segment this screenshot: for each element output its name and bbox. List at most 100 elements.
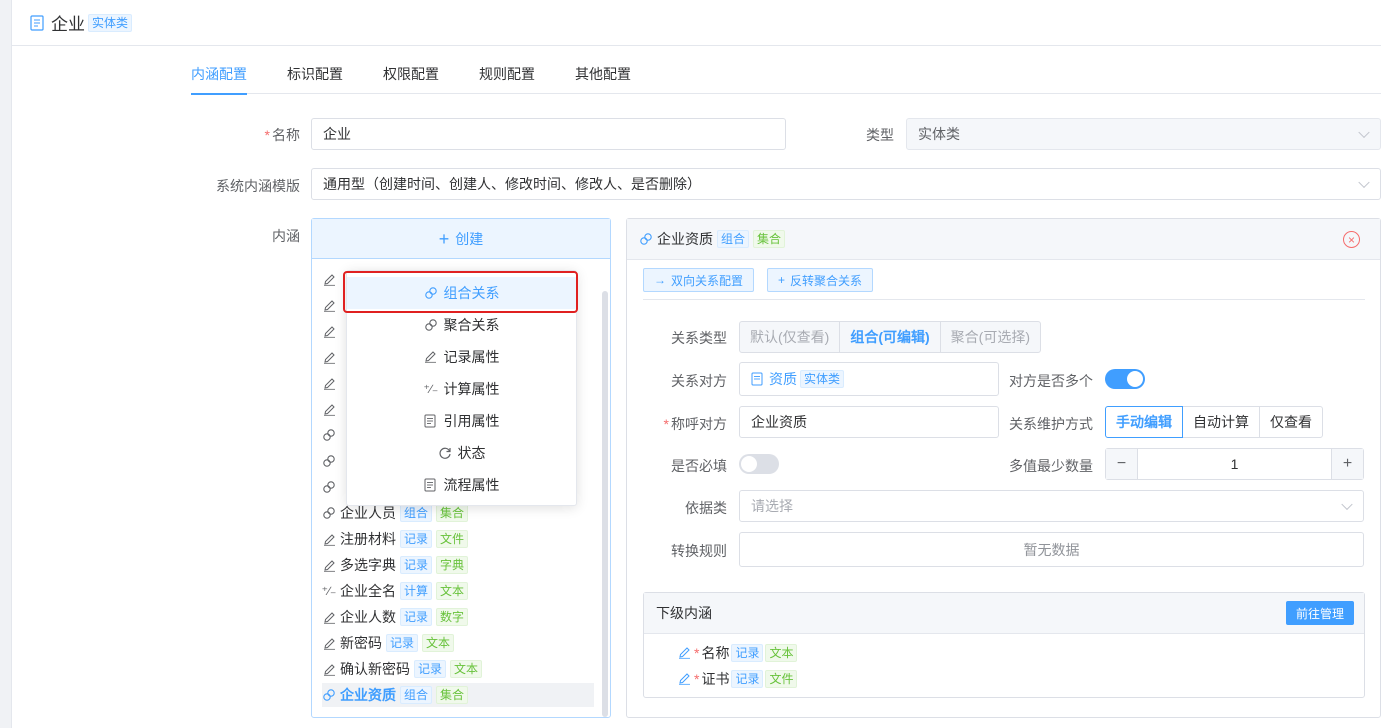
plus-button[interactable]: + [1331,449,1363,479]
tab-identification[interactable]: 标识配置 [287,58,343,94]
template-label: 系统内涵模版 [216,178,300,194]
link-icon [322,454,336,468]
menu-item-calc-attr[interactable]: ⁺∕₋ 计算属性 [347,373,576,405]
menu-item-flow-attr[interactable]: 流程属性 [347,469,576,501]
go-manage-button[interactable]: 前往管理 [1285,601,1354,625]
list-item[interactable] [322,423,340,447]
menu-item-aggregation[interactable]: 聚合关系 [347,309,576,341]
create-dropdown-menu: 组合关系 聚合关系 记录属性 ⁺∕₋ 计算属性 引用属性 状态 流程属性 [346,270,577,506]
required-toggle[interactable] [739,454,779,474]
tab-connotation[interactable]: 内涵配置 [191,58,247,95]
basis-select[interactable]: 请选择 [739,490,1364,522]
menu-item-record-attr[interactable]: 记录属性 [347,341,576,373]
type-label: 类型 [866,127,894,143]
list-item[interactable] [322,267,340,291]
tab-other[interactable]: 其他配置 [575,58,631,94]
list-item[interactable]: 新密码 记录 文本 [322,631,455,655]
config-tabs: 内涵配置 标识配置 权限配置 规则配置 其他配置 [191,58,1381,95]
list-item[interactable]: ⁺∕₋ 企业全名 计算 文本 [322,579,469,603]
convert-rules-empty: 暂无数据 [739,532,1364,567]
relation-type-default[interactable]: 默认(仅查看) [739,321,841,353]
divider [643,299,1365,300]
arrow-right-icon: → [654,273,666,287]
required-label: 是否必填 [671,458,727,474]
detail-tag-type: 组合 [717,230,750,248]
pencil-icon [322,272,336,286]
pencil-icon [322,402,336,416]
pencil-icon [322,298,336,312]
relation-type-aggregation[interactable]: 聚合(可选择) [939,321,1041,353]
counterpart-field[interactable]: 资质 实体类 [739,362,999,396]
tab-permission[interactable]: 权限配置 [383,58,439,94]
calc-icon: ⁺∕₋ [423,382,439,396]
plus-icon: + [778,273,786,287]
link-icon [322,480,336,494]
menu-item-ref-attr[interactable]: 引用属性 [347,405,576,437]
sub-connotation-panel: 下级内涵 前往管理 * 名称 记录 文本 * 证书 记录 文件 [643,592,1365,698]
maintain-auto[interactable]: 自动计算 [1182,406,1260,438]
list-item[interactable]: 确认新密码 记录 文本 [322,657,483,681]
menu-item-status[interactable]: 状态 [347,437,576,469]
name-label: * 名称 [264,127,300,143]
maintain-manual[interactable]: 手动编辑 [1105,406,1183,438]
multiple-label: 对方是否多个 [1009,373,1093,389]
pencil-icon [678,646,692,660]
close-icon[interactable]: × [1343,231,1360,248]
alias-input[interactable]: 企业资质 [739,406,999,438]
list-item[interactable]: 多选字典 记录 字典 [322,553,469,577]
list-item-selected[interactable]: 企业资质 组合 集合 [322,683,594,707]
list-item[interactable] [322,371,340,395]
document-icon [424,414,438,428]
pencil-icon [322,376,336,390]
tab-rules[interactable]: 规则配置 [479,58,535,94]
maintain-label: 关系维护方式 [1009,416,1093,432]
list-item[interactable] [322,319,340,343]
type-select: 实体类 [906,118,1381,150]
bidirectional-config-button[interactable]: → 双向关系配置 [643,268,755,292]
list-item[interactable] [322,293,340,317]
pencil-icon [678,672,692,686]
document-icon [751,372,763,386]
list-item[interactable] [322,475,340,499]
page-header: 企业 实体类 [12,0,1381,46]
maintain-readonly[interactable]: 仅查看 [1259,406,1323,438]
template-select[interactable]: 通用型（创建时间、创建人、修改时间、修改人、是否删除） [311,168,1381,200]
link-icon [322,428,336,442]
scrollbar[interactable] [602,291,608,717]
list-item[interactable]: 注册材料 记录 文件 [322,527,469,551]
counterpart-label: 关系对方 [671,373,727,389]
multiple-toggle[interactable] [1105,369,1145,389]
list-item[interactable]: 企业人数 记录 数字 [322,605,469,629]
link-icon [639,232,653,246]
relation-type-composition[interactable]: 组合(可编辑) [839,321,941,353]
connotation-label: 内涵 [272,228,300,244]
detail-panel: 企业资质 组合 集合 × → 双向关系配置 + 反转聚合关系 关系类型 默认(仅查看… [626,218,1381,718]
list-item[interactable] [322,449,340,473]
sub-connotation-header: 下级内涵 [644,593,1364,634]
pencil-icon [322,636,336,650]
create-button[interactable]: + 创建 [312,219,610,259]
pencil-icon [322,662,336,676]
min-count-stepper[interactable]: − 1 + [1105,448,1364,480]
sub-item[interactable]: * 名称 记录 文本 [678,641,798,665]
sub-item[interactable]: * 证书 记录 文件 [678,667,798,691]
list-item[interactable] [322,345,340,369]
chevron-down-icon [1358,176,1370,189]
pencil-icon [322,558,336,572]
name-input[interactable]: 企业 [311,118,786,150]
basis-label: 依据类 [685,500,727,516]
page-title: 企业 [51,15,85,34]
detail-tag-kind: 集合 [753,230,786,248]
list-item[interactable] [322,397,340,421]
menu-item-composition[interactable]: 组合关系 [347,277,576,309]
detail-header: 企业资质 组合 集合 × [627,219,1380,260]
relation-type-segment: 默认(仅查看) 组合(可编辑) 聚合(可选择) [739,321,1041,353]
link-icon [322,688,336,702]
relation-type-label: 关系类型 [671,330,727,346]
minus-button[interactable]: − [1106,449,1138,479]
refresh-icon [438,446,452,460]
min-count-label: 多值最少数量 [1009,458,1093,474]
pencil-icon [322,324,336,338]
reverse-aggregation-button[interactable]: + 反转聚合关系 [767,268,874,292]
link-icon [424,318,438,332]
